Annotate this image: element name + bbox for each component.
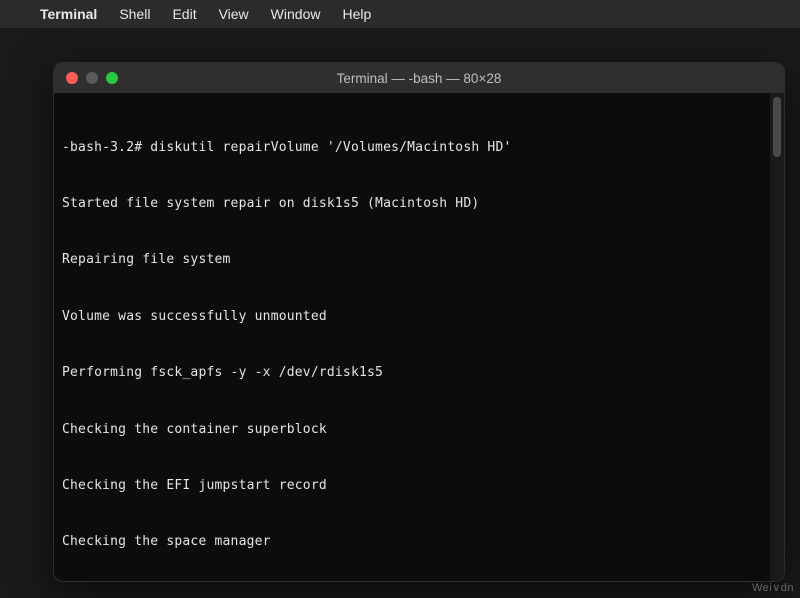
terminal-line: Volume was successfully unmounted (62, 308, 760, 327)
scrollbar-thumb[interactable] (773, 97, 781, 157)
menubar-item-help[interactable]: Help (342, 6, 371, 22)
watermark: Wei∨dn (752, 581, 794, 594)
macos-menubar: Terminal Shell Edit View Window Help (0, 0, 800, 28)
menubar-item-edit[interactable]: Edit (172, 6, 196, 22)
maximize-button[interactable] (106, 72, 118, 84)
scrollbar-track[interactable] (770, 93, 784, 582)
minimize-button[interactable] (86, 72, 98, 84)
terminal-line: Performing fsck_apfs -y -x /dev/rdisk1s5 (62, 364, 760, 383)
terminal-line: -bash-3.2# diskutil repairVolume '/Volum… (62, 139, 760, 158)
menubar-item-shell[interactable]: Shell (119, 6, 150, 22)
terminal-line: Checking the space manager (62, 533, 760, 552)
window-titlebar[interactable]: Terminal — -bash — 80×28 (54, 63, 784, 93)
menubar-item-window[interactable]: Window (271, 6, 321, 22)
menubar-app-name[interactable]: Terminal (40, 6, 97, 22)
terminal-line: Repairing file system (62, 251, 760, 270)
terminal-window: Terminal — -bash — 80×28 -bash-3.2# disk… (53, 62, 785, 582)
window-title: Terminal — -bash — 80×28 (54, 71, 784, 86)
terminal-line: Started file system repair on disk1s5 (M… (62, 195, 760, 214)
terminal-line: Checking the EFI jumpstart record (62, 477, 760, 496)
close-button[interactable] (66, 72, 78, 84)
terminal-line: Checking the container superblock (62, 421, 760, 440)
terminal-body: -bash-3.2# diskutil repairVolume '/Volum… (54, 93, 784, 582)
traffic-lights (54, 72, 118, 84)
terminal-content[interactable]: -bash-3.2# diskutil repairVolume '/Volum… (54, 93, 770, 582)
menubar-item-view[interactable]: View (219, 6, 249, 22)
